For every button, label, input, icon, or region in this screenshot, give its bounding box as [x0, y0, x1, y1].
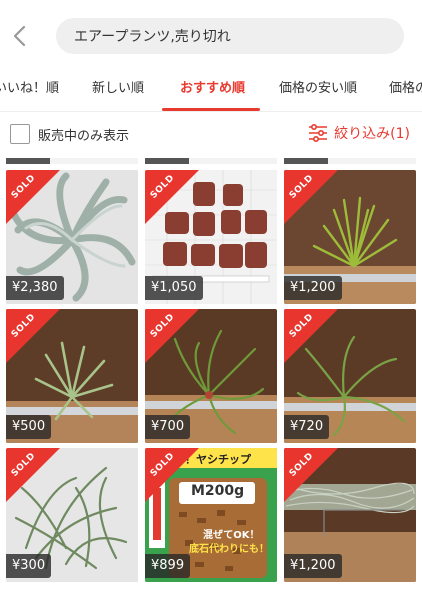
on-sale-only-checkbox[interactable]: [10, 124, 30, 144]
back-button[interactable]: [8, 22, 30, 50]
product-card[interactable]: SOLD ¥1,200: [284, 448, 416, 582]
card-above-2: [145, 158, 277, 164]
sort-tabs: いいね！順 新しい順 おすすめ順 価格の安い順 価格の高い順: [0, 72, 422, 112]
bag-note-text: 底石代わりにも！: [189, 544, 269, 555]
search-query: エアープランツ,売り切れ: [74, 29, 231, 45]
price-tag: ¥720: [284, 415, 330, 439]
active-tab-indicator: [162, 108, 260, 111]
product-card[interactable]: SOLD ¥720: [284, 309, 416, 443]
price-tag: ¥500: [6, 415, 52, 439]
product-grid: SOLD ¥2,380 SOLD ¥1,050 SOLD ¥1,200 SOLD…: [0, 158, 422, 600]
tab-newest[interactable]: 新しい順: [92, 72, 144, 111]
tab-recommended[interactable]: おすすめ順: [180, 72, 245, 111]
product-card[interactable]: SOLD ¥2,380: [6, 170, 138, 304]
narrow-down-label: 絞り込み(1): [334, 126, 410, 142]
product-card[interactable]: SOLD ¥700: [145, 309, 277, 443]
product-card[interactable]: グン！ヤシチップ M200g 混ぜてOK！ 底石代わりにも！ SOLD ¥899: [145, 448, 277, 582]
card-above-1: [6, 158, 138, 164]
product-card[interactable]: SOLD ¥500: [6, 309, 138, 443]
product-card[interactable]: SOLD ¥300: [6, 448, 138, 582]
price-tag: ¥1,200: [284, 554, 342, 578]
price-tag: ¥1,200: [284, 276, 342, 300]
product-card[interactable]: SOLD ¥1,050: [145, 170, 277, 304]
price-tag: ¥700: [145, 415, 191, 439]
price-tag: ¥899: [145, 554, 191, 578]
narrow-down-button[interactable]: 絞り込み(1): [308, 123, 410, 143]
tab-likes[interactable]: いいね！順: [0, 72, 59, 111]
top-bar: エアープランツ,売り切れ: [0, 0, 422, 72]
price-tag: ¥300: [6, 554, 52, 578]
search-input[interactable]: エアープランツ,売り切れ: [56, 18, 404, 54]
product-card[interactable]: SOLD ¥1,200: [284, 170, 416, 304]
bag-note-text: 混ぜてOK！: [203, 530, 260, 541]
price-tag: ¥1,050: [145, 276, 203, 300]
chevron-left-icon: [13, 25, 26, 47]
price-tag: ¥2,380: [6, 276, 64, 300]
card-above-3: [284, 158, 416, 164]
tab-price-high[interactable]: 価格の高い順: [389, 72, 422, 111]
sliders-icon: [309, 124, 328, 142]
on-sale-only-label: 販売中のみ表示: [38, 129, 130, 144]
tab-price-low[interactable]: 価格の安い順: [279, 72, 357, 111]
